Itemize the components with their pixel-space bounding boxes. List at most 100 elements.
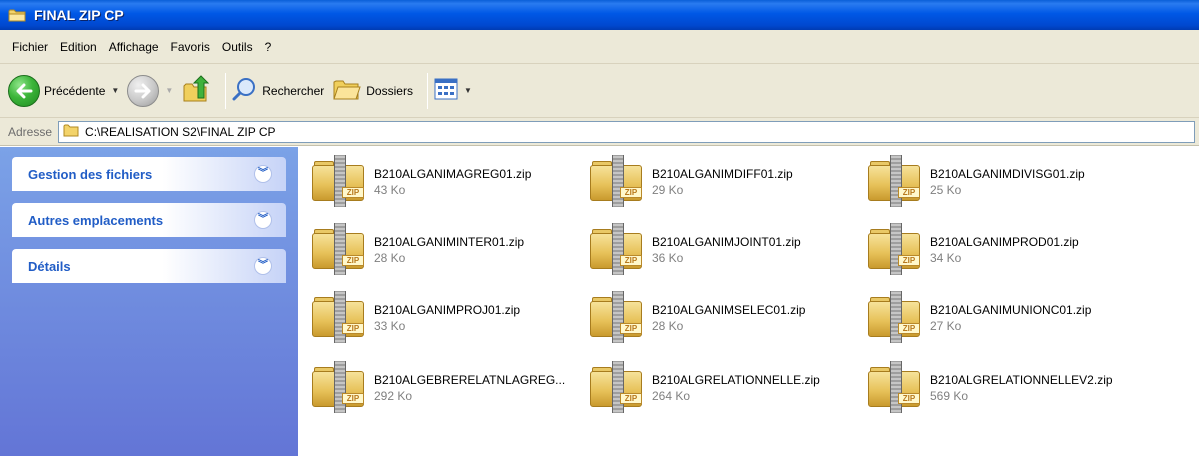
zip-badge: ZIP [898, 323, 920, 334]
folders-button[interactable]: Dossiers [332, 71, 413, 111]
menu-bar: Fichier Edition Affichage Favoris Outils… [0, 30, 1199, 64]
chevron-down-icon[interactable]: ︾ [254, 165, 272, 183]
up-folder-icon [181, 74, 211, 107]
chevron-down-icon[interactable]: ︾ [254, 211, 272, 229]
task-section-details[interactable]: Détails ︾ [12, 249, 286, 283]
folders-label: Dossiers [366, 83, 413, 98]
up-folder-button[interactable] [181, 71, 211, 111]
zip-folder-icon: ZIP [588, 289, 644, 345]
address-label: Adresse [8, 124, 53, 139]
file-item[interactable]: ZIP B210ALGRELATIONNELLE.zip 264 Ko [588, 359, 858, 415]
back-button[interactable]: Précédente ▼ [8, 71, 119, 111]
task-section-title: Détails [28, 258, 71, 274]
zip-badge: ZIP [342, 393, 364, 404]
zip-badge: ZIP [620, 393, 642, 404]
toolbar-separator-2 [426, 72, 428, 109]
address-bar: Adresse C:\REALISATION S2\FINAL ZIP CP [0, 118, 1199, 146]
file-size: 33 Ko [374, 319, 406, 333]
file-name: B210ALGANIMPROJ01.zip [374, 303, 521, 317]
back-dropdown-icon[interactable]: ▼ [111, 86, 119, 95]
search-button[interactable]: Rechercher [232, 71, 324, 111]
task-section-file-management[interactable]: Gestion des fichiers ︾ [12, 157, 286, 191]
address-path: C:\REALISATION S2\FINAL ZIP CP [85, 124, 276, 139]
file-size: 34 Ko [930, 251, 962, 265]
zip-folder-icon: ZIP [588, 359, 644, 415]
file-size: 28 Ko [652, 319, 684, 333]
forward-button[interactable]: ▼ [127, 71, 173, 111]
zip-badge: ZIP [342, 187, 364, 198]
zip-badge: ZIP [620, 187, 642, 198]
folders-icon [332, 76, 362, 105]
file-size: 43 Ko [374, 183, 406, 197]
zip-folder-icon: ZIP [866, 221, 922, 277]
file-size: 29 Ko [652, 183, 684, 197]
zip-badge: ZIP [898, 187, 920, 198]
back-label: Précédente [44, 83, 106, 98]
zip-folder-icon: ZIP [866, 153, 922, 209]
file-name: B210ALGANIMINTER01.zip [374, 235, 525, 249]
chevron-down-icon[interactable]: ︾ [254, 257, 272, 275]
toolbar-separator [225, 72, 227, 109]
menu-fichier[interactable]: Fichier [6, 40, 54, 54]
file-item[interactable]: ZIP B210ALGANIMDIVISG01.zip 25 Ko [866, 153, 1136, 209]
zip-badge: ZIP [342, 323, 364, 334]
views-dropdown-icon[interactable]: ▼ [464, 86, 472, 95]
file-item[interactable]: ZIP B210ALGANIMINTER01.zip 28 Ko [310, 221, 580, 277]
file-size: 292 Ko [374, 389, 413, 403]
file-name: B210ALGANIMDIVISG01.zip [930, 167, 1085, 181]
task-section-title: Gestion des fichiers [28, 166, 153, 182]
zip-badge: ZIP [898, 255, 920, 266]
menu-outils[interactable]: Outils [216, 40, 259, 54]
forward-arrow-icon [127, 74, 160, 107]
menu-affichage[interactable]: Affichage [103, 40, 165, 54]
zip-folder-icon: ZIP [310, 289, 366, 345]
file-item[interactable]: ZIP B210ALGRELATIONNELLEV2.zip 569 Ko [866, 359, 1136, 415]
file-name: B210ALGRELATIONNELLE.zip [652, 373, 820, 387]
file-item[interactable]: ZIP B210ALGANIMPROD01.zip 34 Ko [866, 221, 1136, 277]
views-button[interactable]: ▼ [434, 71, 472, 111]
task-section-other-places[interactable]: Autres emplacements ︾ [12, 203, 286, 237]
views-icon [434, 78, 458, 103]
menu-favoris[interactable]: Favoris [165, 40, 216, 54]
file-name: B210ALGANIMDIFF01.zip [652, 167, 793, 181]
file-item[interactable]: ZIP B210ALGANIMAGREG01.zip 43 Ko [310, 153, 580, 209]
folder-icon [8, 8, 26, 22]
forward-dropdown-icon[interactable]: ▼ [165, 86, 173, 95]
menu-help[interactable]: ? [259, 40, 278, 54]
address-field[interactable]: C:\REALISATION S2\FINAL ZIP CP [58, 120, 1195, 143]
file-name: B210ALGANIMPROD01.zip [930, 235, 1079, 249]
menu-edition[interactable]: Edition [54, 40, 103, 54]
file-size: 264 Ko [652, 389, 691, 403]
search-icon [232, 76, 258, 105]
file-item[interactable]: ZIP B210ALGANIMJOINT01.zip 36 Ko [588, 221, 858, 277]
zip-badge: ZIP [620, 323, 642, 334]
file-item[interactable]: ZIP B210ALGANIMDIFF01.zip 29 Ko [588, 153, 858, 209]
file-name: B210ALGEBRERELATNLAGREG... [374, 373, 566, 387]
file-name: B210ALGANIMSELEC01.zip [652, 303, 806, 317]
zip-badge: ZIP [898, 393, 920, 404]
window-title: FINAL ZIP CP [34, 7, 124, 23]
file-name: B210ALGANIMJOINT01.zip [652, 235, 801, 249]
zip-folder-icon: ZIP [310, 359, 366, 415]
file-list: ZIP B210ALGANIMAGREG01.zip 43 Ko ZIP B210ALG… [298, 147, 1199, 456]
task-section-title: Autres emplacements [28, 212, 164, 228]
zip-folder-icon: ZIP [588, 153, 644, 209]
file-size: 569 Ko [930, 389, 969, 403]
zip-folder-icon: ZIP [310, 153, 366, 209]
explorer-window: FINAL ZIP CP Fichier Edition Affichage F… [0, 0, 1199, 456]
zip-badge: ZIP [342, 255, 364, 266]
title-bar[interactable]: FINAL ZIP CP [0, 0, 1199, 30]
file-size: 25 Ko [930, 183, 962, 197]
folder-icon [63, 123, 79, 140]
file-item[interactable]: ZIP B210ALGEBRERELATNLAGREG... 292 Ko [310, 359, 580, 415]
file-item[interactable]: ZIP B210ALGANIMSELEC01.zip 28 Ko [588, 289, 858, 345]
file-item[interactable]: ZIP B210ALGANIMPROJ01.zip 33 Ko [310, 289, 580, 345]
toolbar: Précédente ▼ ▼ Rechercher Dossiers ▼ [0, 64, 1199, 118]
file-size: 36 Ko [652, 251, 684, 265]
search-label: Rechercher [262, 83, 325, 98]
zip-folder-icon: ZIP [310, 221, 366, 277]
file-size: 28 Ko [374, 251, 406, 265]
zip-badge: ZIP [620, 255, 642, 266]
file-name: B210ALGANIMUNIONC01.zip [930, 303, 1092, 317]
file-item[interactable]: ZIP B210ALGANIMUNIONC01.zip 27 Ko [866, 289, 1136, 345]
